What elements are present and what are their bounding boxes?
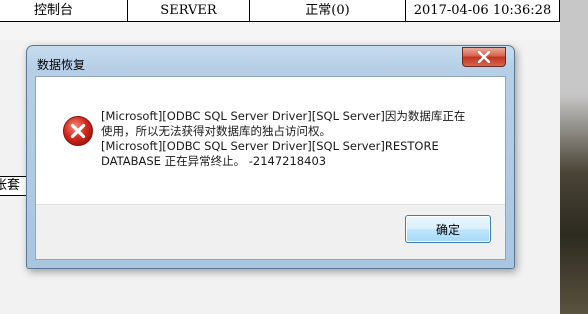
cell-server: SERVER [128, 0, 250, 21]
cell-status: 正常(0) [250, 0, 406, 21]
ok-button[interactable]: 确定 [405, 215, 491, 243]
dialog-client-area: [Microsoft][ODBC SQL Server Driver][SQL … [35, 76, 506, 260]
cell-source: 控制台 [0, 0, 128, 21]
cell-time: 2017-04-06 10:36:28 [406, 0, 560, 21]
message-area: [Microsoft][ODBC SQL Server Driver][SQL … [36, 77, 505, 210]
close-button[interactable] [462, 47, 506, 67]
background-desktop-edge [560, 0, 588, 314]
restore-dialog: 数据恢复 [Microsoft][ODBC SQL Server Driver]… [26, 45, 515, 269]
dialog-footer: 确定 [36, 204, 505, 259]
close-icon [477, 51, 491, 63]
background-log-row: 控制台 SERVER 正常(0) 2017-04-06 10:36:28 [0, 0, 560, 22]
error-icon [63, 116, 93, 146]
background-band [0, 22, 560, 40]
dialog-title: 数据恢复 [37, 58, 86, 72]
error-message: [Microsoft][ODBC SQL Server Driver][SQL … [101, 109, 466, 168]
